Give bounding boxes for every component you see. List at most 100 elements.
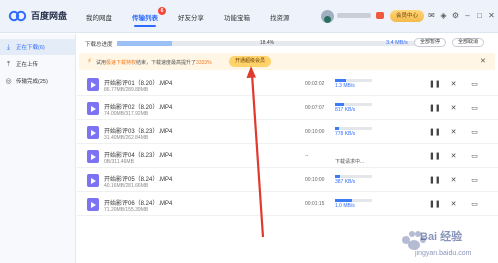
- folder-icon[interactable]: ▭: [470, 200, 479, 209]
- file-progress-fill: [335, 103, 344, 106]
- delete-icon[interactable]: ✕: [449, 152, 458, 161]
- video-file-icon: [87, 102, 99, 115]
- file-name: 开始影评04（8.23）.MP4: [104, 153, 173, 159]
- folder-icon[interactable]: ▭: [470, 104, 479, 113]
- file-size: 40.16MB/281.66MB: [104, 183, 149, 189]
- sidebar-item-completed[interactable]: ◎ 传输完成(25): [0, 73, 76, 89]
- tab-transfer-list[interactable]: 传输列表 6: [132, 7, 166, 27]
- upload-icon: ⤒: [6, 60, 11, 68]
- file-name: 开始影评05（8.24）.MP4: [104, 177, 173, 183]
- vip-center-button[interactable]: 会员中心: [390, 10, 425, 22]
- remaining-time: 00:10:00: [305, 129, 325, 135]
- remaining-time: 00:07:07: [305, 105, 325, 111]
- delete-icon[interactable]: ✕: [449, 176, 458, 185]
- cancel-all-button[interactable]: 全部取消: [452, 38, 485, 47]
- skin-icon[interactable]: ◈: [439, 11, 448, 20]
- video-file-icon: [87, 198, 99, 211]
- delete-icon[interactable]: ✕: [449, 104, 458, 113]
- pause-icon[interactable]: ❚❚: [429, 128, 441, 137]
- open-super-vip-button[interactable]: 开通超级会员: [229, 56, 272, 67]
- vip-badge-icon: [376, 12, 384, 19]
- promo-text: 试用极速下载特权结束，下载速度最高提升了3333%: [96, 59, 212, 66]
- pause-icon[interactable]: ❚❚: [429, 152, 441, 161]
- folder-icon[interactable]: ▭: [470, 152, 479, 161]
- file-name: 开始影评06（8.24）.MP4: [104, 201, 173, 207]
- file-name: 开始影评02（8.20）.MP4: [104, 105, 173, 111]
- file-progress-bar: [335, 127, 372, 130]
- lightning-icon: ⚡: [87, 58, 92, 65]
- file-progress-fill: [335, 175, 341, 178]
- sidebar-item-downloading[interactable]: ⤓ 正在下载(6): [0, 39, 76, 55]
- avatar[interactable]: [321, 10, 334, 23]
- remaining-time: --: [305, 153, 309, 159]
- download-row[interactable]: 开始影评06（8.24）.MP4 71.20MB/155.39MB 00:01:15…: [77, 193, 498, 216]
- remaining-time: 00:02:02: [305, 81, 325, 87]
- download-row[interactable]: 开始影评04（8.23）.MP4 0B/311.46MB -- 下载请求中... ❚❚ ✕…: [77, 145, 498, 168]
- total-progress-bar: 18.4%: [117, 40, 417, 46]
- remaining-time: 00:10:00: [305, 177, 325, 183]
- sidebar-item-label: 正在上传: [16, 62, 39, 68]
- tab-friend-share[interactable]: 好友分享: [178, 12, 204, 22]
- tab-toolbox[interactable]: 功能宝箱: [224, 12, 250, 22]
- file-progress-fill: [335, 127, 340, 130]
- pause-all-button[interactable]: 全部暂停: [414, 38, 447, 47]
- video-file-icon: [87, 78, 99, 91]
- promo-highlight-privilege: 极速下载特权: [106, 60, 137, 66]
- maximize-icon[interactable]: □: [475, 11, 484, 20]
- tab-transfer-list-label: 传输列表: [132, 15, 158, 22]
- pause-icon[interactable]: ❚❚: [429, 176, 441, 185]
- pause-icon[interactable]: ❚❚: [429, 200, 441, 209]
- username-blurred[interactable]: [337, 13, 371, 18]
- watermark-url: jingyan.baidu.com: [415, 250, 472, 257]
- check-circle-icon: ◎: [5, 77, 12, 85]
- download-speed: 下载请求中...: [335, 159, 365, 165]
- pause-icon[interactable]: ❚❚: [429, 104, 441, 113]
- sidebar-item-label: 正在下载(6): [16, 45, 45, 51]
- sidebar-item-label: 传输完成(25): [16, 79, 48, 85]
- promo-highlight-percent: 3333%: [196, 60, 212, 66]
- app-logo: 百度网盘: [8, 9, 67, 22]
- file-progress-bar: [335, 103, 372, 106]
- minimize-icon[interactable]: –: [463, 11, 472, 20]
- video-file-icon: [87, 126, 99, 139]
- file-size: 71.20MB/155.39MB: [104, 207, 149, 213]
- download-row[interactable]: 开始影评05（8.24）.MP4 40.16MB/281.66MB 00:10:00…: [77, 169, 498, 192]
- tab-my-disk[interactable]: 我的网盘: [86, 12, 112, 22]
- transfer-count-badge: 6: [158, 7, 166, 15]
- file-name: 开始影评03（8.23）.MP4: [104, 129, 173, 135]
- sidebar: ⤓ 正在下载(6) ⤒ 正在上传 ◎ 传输完成(25): [0, 34, 76, 263]
- download-row[interactable]: 开始影评02（8.20）.MP4 74.00MB/317.92MB 00:07:07…: [77, 97, 498, 120]
- file-progress-bar: [335, 175, 372, 178]
- sidebar-item-uploading[interactable]: ⤒ 正在上传: [0, 56, 76, 72]
- file-progress-bar: [335, 79, 372, 82]
- download-row[interactable]: 开始影评03（8.23）.MP4 31.40MB/262.84MB 00:10:00…: [77, 121, 498, 144]
- download-speed: 817 KB/s: [335, 107, 356, 113]
- download-speed: 1.3 MB/s: [335, 83, 355, 89]
- pause-icon[interactable]: ❚❚: [429, 80, 441, 89]
- delete-icon[interactable]: ✕: [449, 200, 458, 209]
- folder-icon[interactable]: ▭: [470, 80, 479, 89]
- delete-icon[interactable]: ✕: [449, 128, 458, 137]
- file-name: 开始影评01（8.20）.MP4: [104, 81, 173, 87]
- download-speed: 1.0 MB/s: [335, 203, 355, 209]
- total-speed: 3.4 MB/s: [386, 40, 408, 46]
- remaining-time: 00:01:15: [305, 201, 325, 207]
- download-row[interactable]: 开始影评01（8.20）.MP4 86.77MB/289.88MB 00:02:02…: [77, 73, 498, 96]
- tab-find-resources[interactable]: 找资源: [270, 12, 290, 22]
- folder-icon[interactable]: ▭: [470, 128, 479, 137]
- file-size: 31.40MB/262.84MB: [104, 135, 149, 141]
- mail-icon[interactable]: ✉: [427, 11, 436, 20]
- file-size: 0B/311.46MB: [104, 159, 134, 165]
- close-icon[interactable]: ✕: [487, 11, 496, 20]
- folder-icon[interactable]: ▭: [470, 176, 479, 185]
- promo-middle: 结束，下载速度最高提升了: [136, 60, 197, 66]
- main-nav: 我的网盘 传输列表 6 好友分享 功能宝箱 找资源: [86, 7, 310, 27]
- total-progress-percent: 18.4%: [259, 40, 275, 46]
- video-file-icon: [87, 150, 99, 163]
- delete-icon[interactable]: ✕: [449, 80, 458, 89]
- file-size: 74.00MB/317.92MB: [104, 111, 149, 117]
- settings-icon[interactable]: ⚙: [451, 11, 460, 20]
- download-icon: ⤓: [6, 43, 11, 51]
- close-banner-icon[interactable]: ✕: [480, 58, 486, 65]
- download-summary: 下载总进度 18.4% 3.4 MB/s 全部暂停 全部取消: [77, 34, 498, 51]
